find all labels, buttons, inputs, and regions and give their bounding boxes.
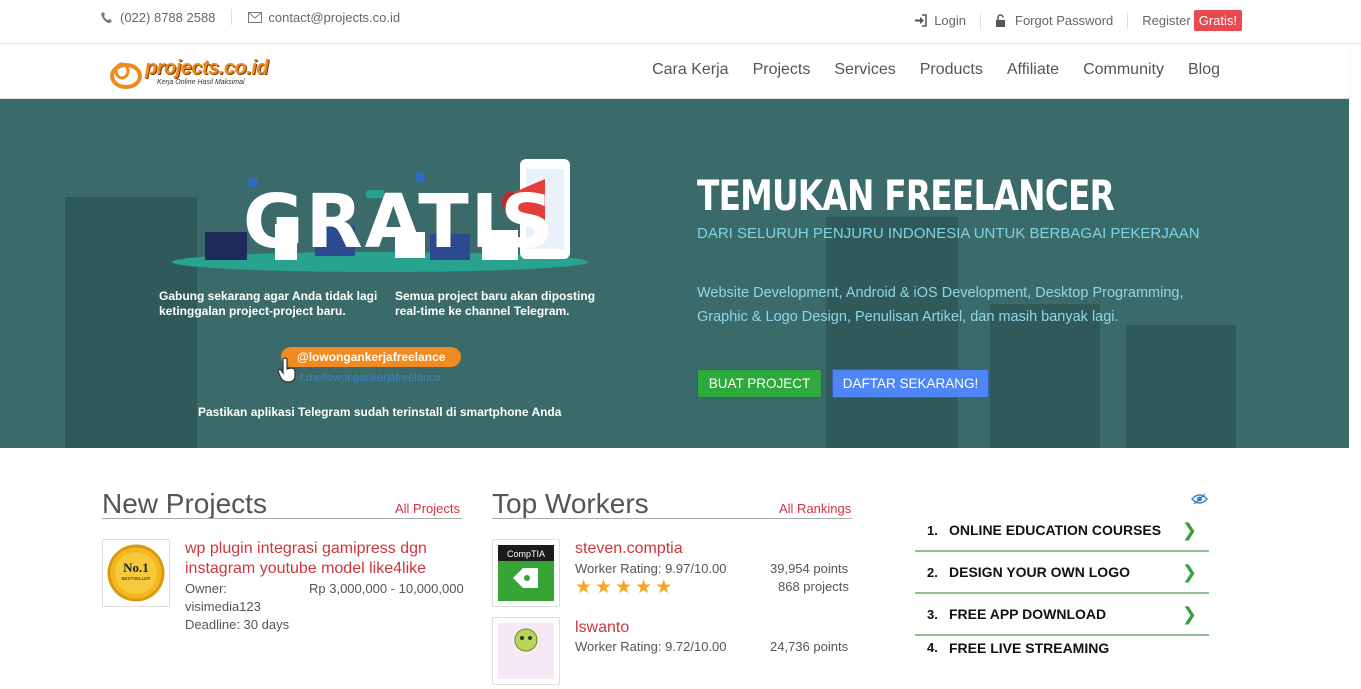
project-thumbnail[interactable]: No.1 BESTSELLER: [102, 539, 170, 607]
top-workers-title: Top Workers: [492, 488, 649, 519]
hero-description: Website Development, Android & iOS Devel…: [697, 285, 1184, 325]
project-owner-name[interactable]: visimedia123: [185, 599, 261, 614]
worker-projects: 868 projects: [778, 579, 849, 594]
avatar-comptia-text: CompTIA: [507, 549, 545, 559]
project-deadline: Deadline: 30 days: [185, 617, 290, 632]
worker-avatar[interactable]: CompTIA: [492, 539, 560, 607]
phone-contact: (022) 8788 2588: [100, 10, 215, 25]
logo-wordmark: projects.co.id: [145, 57, 269, 79]
ranked-item-design-logo[interactable]: 2. DESIGN YOUR OWN LOGO ❯: [915, 552, 1209, 594]
rank-number: 1.: [927, 522, 938, 538]
new-projects-title: New Projects: [102, 488, 267, 519]
worker-rating: Worker Rating: 9.72/10.00: [575, 639, 727, 654]
nav-cara-kerja[interactable]: Cara Kerja: [652, 61, 728, 79]
all-projects-link[interactable]: All Projects: [395, 501, 460, 516]
envelope-icon: [248, 11, 263, 24]
hero-subtitle: DARI SELURUH PENJURU INDONESIA UNTUK BER…: [697, 225, 1200, 242]
hero-title: TEMUKAN FREELANCER: [697, 171, 1115, 220]
worker-points: 24,736 points: [770, 639, 849, 654]
all-rankings-link[interactable]: All Rankings: [779, 501, 851, 516]
nav-community[interactable]: Community: [1083, 61, 1164, 79]
forgot-password-link[interactable]: Forgot Password: [995, 13, 1113, 28]
project-title-link[interactable]: wp plugin integrasi gamipress dgn instag…: [185, 539, 465, 579]
star-icon: ★: [575, 577, 593, 598]
telegram-link[interactable]: t.me/lowongankerjafreelance: [300, 372, 441, 384]
cartoon-avatar-icon: [498, 623, 554, 679]
login-label[interactable]: Login: [934, 13, 966, 28]
promo-note-right: Semua project baru akan diposting real-t…: [395, 289, 596, 318]
badge-no1-text: No.1: [123, 560, 149, 575]
email-contact[interactable]: contact@projects.co.id: [248, 10, 400, 25]
comptia-avatar-icon: CompTIA: [498, 545, 554, 601]
chevron-right-icon: ❯: [1181, 603, 1197, 624]
worker-points: 39,954 points: [770, 561, 849, 576]
logo-icon: [110, 62, 142, 89]
worker-name-link[interactable]: lswanto: [575, 619, 629, 637]
worker-name-link[interactable]: steven.comptia: [575, 540, 683, 558]
nav-menu: Cara Kerja Projects Services Products Af…: [652, 61, 1220, 79]
hand-pointer-icon: [277, 357, 296, 383]
main-navbar: projects.co.id Kerja Online Hasil Maksim…: [0, 45, 1349, 99]
worker-rating: Worker Rating: 9.97/10.00: [575, 561, 727, 576]
star-icon: ★: [615, 577, 633, 598]
worker-avatar[interactable]: [492, 617, 560, 685]
login-link[interactable]: Login: [914, 13, 966, 28]
lock-icon: [995, 14, 1008, 27]
rank-label[interactable]: DESIGN YOUR OWN LOGO: [949, 564, 1130, 580]
chevron-right-icon: ❯: [1181, 561, 1197, 582]
ranked-item-online-education[interactable]: 1. ONLINE EDUCATION COURSES ❯: [915, 510, 1209, 552]
phone-number: (022) 8788 2588: [120, 9, 216, 25]
badge-bestseller-text: BESTSELLER: [121, 576, 151, 581]
eye-slash-icon[interactable]: [1191, 492, 1208, 506]
nav-projects[interactable]: Projects: [753, 61, 811, 79]
nav-affiliate[interactable]: Affiliate: [1007, 61, 1059, 79]
create-project-button[interactable]: BUAT PROJECT: [697, 369, 822, 398]
top-bar: (022) 8788 2588 contact@projects.co.id L…: [0, 0, 1361, 44]
rank-label[interactable]: FREE APP DOWNLOAD: [949, 606, 1106, 622]
gratis-headline: GRATIS: [243, 179, 556, 265]
new-projects-divider: [102, 518, 462, 519]
top-workers-divider: [492, 518, 852, 519]
rank-number: 2.: [927, 564, 938, 580]
star-icon: ★: [655, 577, 673, 598]
worker-star-rating: ★ ★ ★ ★ ★: [575, 578, 672, 597]
star-icon: ★: [635, 577, 653, 598]
promo-note-left: Gabung sekarang agar Anda tidak lagi ket…: [159, 289, 378, 318]
chevron-right-icon: ❯: [1181, 519, 1197, 540]
rank-label[interactable]: FREE LIVE STREAMING: [949, 640, 1109, 656]
register-now-button[interactable]: DAFTAR SEKARANG!: [832, 369, 989, 398]
bestseller-badge-icon: No.1 BESTSELLER: [107, 544, 165, 602]
register-free-badge[interactable]: Gratis!: [1193, 10, 1242, 31]
logo-tagline: Kerja Online Hasil Maksimal: [157, 79, 245, 86]
project-owner-label: Owner:: [185, 581, 227, 596]
star-icon: ★: [595, 577, 613, 598]
site-logo[interactable]: projects.co.id Kerja Online Hasil Maksim…: [109, 55, 299, 89]
ranked-item-free-app[interactable]: 3. FREE APP DOWNLOAD ❯: [915, 594, 1209, 636]
sign-in-icon: [914, 14, 927, 27]
project-budget: Rp 3,000,000 - 10,000,000: [309, 581, 464, 596]
nav-products[interactable]: Products: [920, 61, 983, 79]
email-address[interactable]: contact@projects.co.id: [268, 10, 400, 25]
phone-icon: [100, 11, 113, 24]
register-link[interactable]: Register Gratis!: [1142, 10, 1242, 31]
rank-label[interactable]: ONLINE EDUCATION COURSES: [949, 522, 1161, 538]
nav-blog[interactable]: Blog: [1188, 61, 1220, 79]
rank-number: 3.: [927, 606, 938, 622]
ranked-item-live-streaming[interactable]: 4. FREE LIVE STREAMING: [915, 636, 1209, 678]
nav-services[interactable]: Services: [834, 61, 895, 79]
promo-footer-note: Pastikan aplikasi Telegram sudah terinst…: [198, 405, 562, 419]
register-label[interactable]: Register: [1142, 13, 1190, 28]
telegram-handle-pill[interactable]: @lowongankerjafreelance: [281, 347, 461, 367]
forgot-password-label[interactable]: Forgot Password: [1015, 13, 1113, 28]
hero-banner: GRATIS Gabung sekarang agar Anda tidak l…: [0, 99, 1349, 448]
